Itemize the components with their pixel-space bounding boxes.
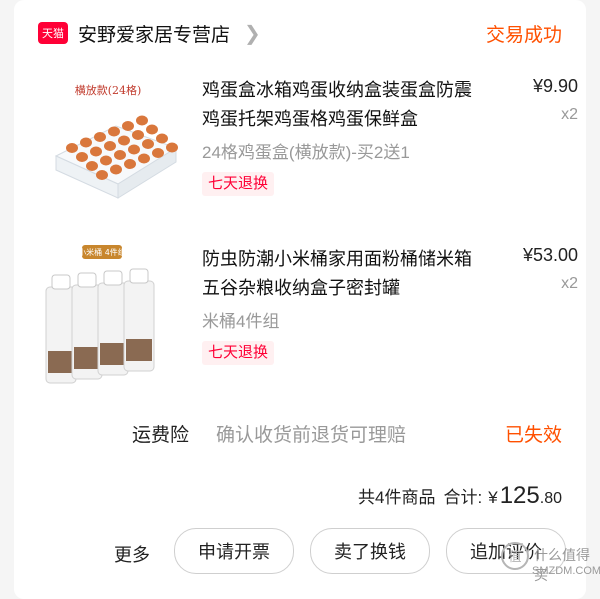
- tmall-badge: 天猫: [38, 22, 68, 44]
- product-price: ¥9.90: [532, 76, 578, 96]
- egg-shape: [86, 161, 98, 171]
- product-quantity: x2: [561, 106, 578, 123]
- egg-shape: [118, 135, 130, 146]
- product-title[interactable]: 防虫防潮小米桶家用面粉桶储米箱五谷杂粮收纳盒子密封罐: [202, 245, 472, 303]
- chevron-right-icon[interactable]: ❯: [244, 21, 261, 46]
- freight-insurance-desc: 确认收货前退货可理赔: [216, 425, 407, 446]
- total-currency: ¥: [488, 488, 498, 507]
- egg-shape: [108, 126, 120, 137]
- order-summary: 共4件商品 合计: ¥ 125 .80: [358, 482, 562, 510]
- product-sku: 24格鸡蛋盒(横放款)-买2送1: [202, 143, 410, 162]
- return-tag: 七天退换: [202, 172, 275, 196]
- product-quantity: x2: [561, 275, 578, 292]
- image-label: 小米桶 4件组: [78, 247, 126, 257]
- smzdm-watermark: 值 什么值得买 SMZDM.COM: [500, 539, 600, 595]
- order-card: 天猫 安野爱家居专营店 ❯ 交易成功 横放款(24格) 鸡蛋盒冰箱鸡蛋收纳盒装蛋…: [14, 0, 586, 599]
- more-button[interactable]: 更多: [114, 541, 150, 567]
- egg-shape: [94, 132, 106, 142]
- egg-shape: [152, 148, 164, 158]
- product-item[interactable]: 横放款(24格) 鸡蛋盒冰箱鸡蛋收纳盒装蛋盒防震鸡蛋托架鸡蛋格鸡蛋保鲜盒 ¥9.…: [38, 76, 578, 226]
- egg-shape: [156, 133, 168, 144]
- svg-text:值: 值: [508, 549, 521, 565]
- invoice-button[interactable]: 申请开票: [174, 528, 294, 574]
- watermark-domain: SMZDM.COM: [532, 565, 600, 577]
- product-sku: 米桶4件组: [202, 312, 280, 331]
- resell-button[interactable]: 卖了换钱: [310, 528, 430, 574]
- smzdm-logo-icon: 值: [501, 542, 529, 570]
- egg-shape: [76, 152, 88, 162]
- product-price: ¥53.00: [522, 245, 578, 265]
- egg-shape: [146, 124, 158, 135]
- product-title[interactable]: 鸡蛋盒冰箱鸡蛋收纳盒装蛋盒防震鸡蛋托架鸡蛋格鸡蛋保鲜盒: [202, 76, 472, 134]
- egg-shape: [122, 121, 134, 131]
- egg-shape: [80, 137, 92, 148]
- egg-shape: [110, 164, 122, 175]
- egg-shape: [132, 130, 144, 140]
- product-image-rice-bins[interactable]: 小米桶 4件组: [38, 245, 178, 385]
- egg-shape: [142, 139, 154, 149]
- freight-insurance-status: 已失效: [504, 425, 562, 446]
- store-header[interactable]: 天猫 安野爱家居专营店 ❯: [38, 18, 261, 48]
- egg-shape: [114, 150, 126, 160]
- egg-shape: [96, 170, 108, 180]
- total-label: 合计:: [443, 488, 483, 507]
- egg-shape: [128, 144, 140, 155]
- egg-shape: [136, 115, 148, 126]
- store-name[interactable]: 安野爱家居专营店: [78, 20, 230, 47]
- total-amount-dec: .80: [539, 490, 562, 507]
- product-image-egg-box[interactable]: 横放款(24格): [38, 76, 178, 216]
- egg-shape: [124, 159, 136, 169]
- item-count: 共4件商品: [358, 488, 436, 507]
- freight-insurance-label: 运费险: [132, 425, 190, 446]
- total-amount-int: 125: [499, 482, 540, 509]
- return-tag: 七天退换: [202, 341, 275, 365]
- rice-bin-shape: [123, 268, 155, 372]
- product-item[interactable]: 小米桶 4件组 防虫防潮小米桶家用面粉桶储米箱五谷杂粮收纳盒子密封罐 ¥53.0…: [38, 245, 578, 395]
- egg-shape: [66, 143, 78, 153]
- image-label: 横放款(24格): [75, 83, 142, 97]
- egg-shape: [100, 155, 112, 166]
- egg-shape: [138, 153, 150, 164]
- egg-shape: [104, 141, 116, 151]
- order-status: 交易成功: [485, 25, 562, 46]
- egg-shape: [90, 146, 102, 157]
- egg-shape: [166, 142, 178, 153]
